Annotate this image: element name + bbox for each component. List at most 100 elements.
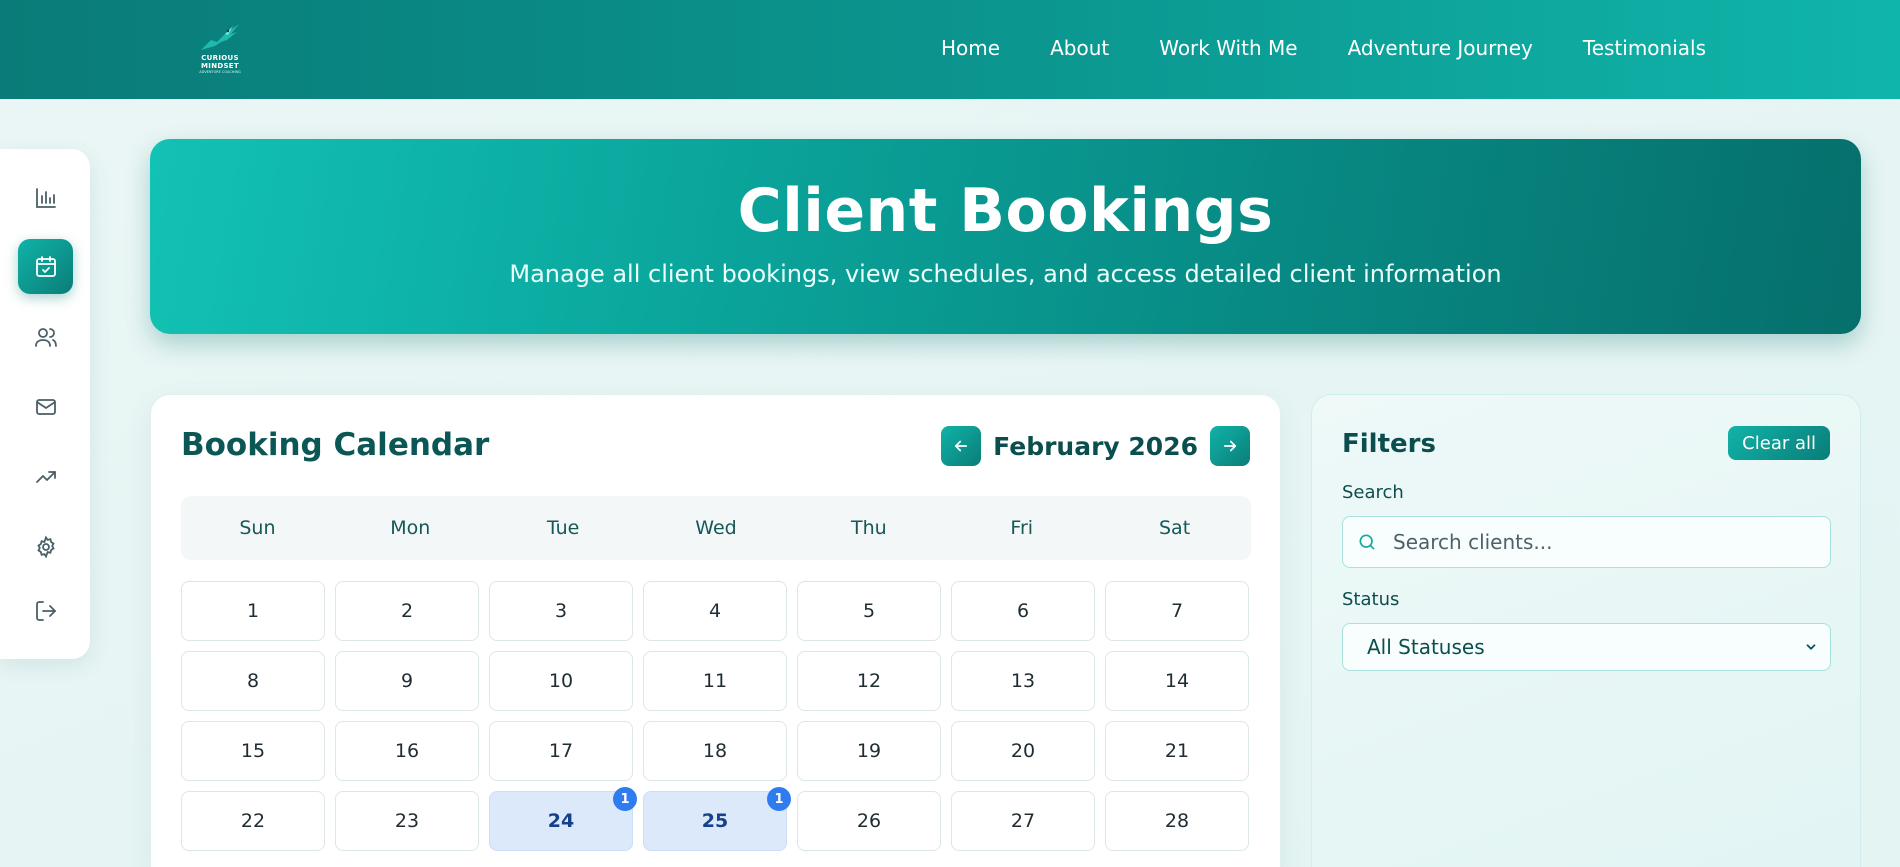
calendar-day[interactable]: 12	[797, 651, 941, 711]
calendar-day[interactable]: 3	[489, 581, 633, 641]
status-select[interactable]: All Statuses	[1342, 623, 1831, 671]
calendar-day[interactable]: 20	[951, 721, 1095, 781]
arrow-left-icon	[955, 440, 968, 452]
sidebar-item-analytics[interactable]	[18, 170, 73, 225]
main-nav: Home About Work With Me Adventure Journe…	[891, 36, 1706, 60]
next-month-button[interactable]	[1210, 426, 1250, 466]
mail-icon	[35, 398, 56, 415]
search-input[interactable]	[1393, 530, 1813, 554]
day-number: 28	[1164, 810, 1190, 832]
nav-link-home[interactable]: Home	[941, 36, 1000, 60]
users-icon	[34, 327, 57, 347]
calendar-day[interactable]: 17	[489, 721, 633, 781]
calendar-day[interactable]: 13	[951, 651, 1095, 711]
sidebar-item-messages[interactable]	[18, 379, 73, 434]
calendar-day[interactable]: 18	[643, 721, 787, 781]
day-number: 15	[240, 740, 266, 762]
day-number: 18	[702, 740, 728, 762]
nav-link-testimonials[interactable]: Testimonials	[1583, 36, 1706, 60]
calendar-day[interactable]: 27	[951, 791, 1095, 851]
sidebar-item-settings[interactable]	[18, 519, 73, 574]
calendar-day-booked[interactable]: 24 1	[489, 787, 637, 851]
day-number: 25	[701, 810, 729, 832]
day-number: 12	[856, 670, 882, 692]
calendar-day[interactable]: 28	[1105, 791, 1249, 851]
day-number: 24	[547, 810, 575, 832]
prev-month-button[interactable]	[941, 426, 982, 466]
calendar-day[interactable]: 6	[951, 581, 1095, 641]
day-number: 10	[548, 670, 574, 692]
day-number: 5	[862, 600, 876, 622]
calendar-day[interactable]: 5	[797, 581, 941, 641]
calendar-day[interactable]: 16	[335, 721, 479, 781]
calendar-day[interactable]: 4	[643, 581, 787, 641]
day-number: 17	[548, 740, 574, 762]
month-navigator: February 2026	[941, 426, 1250, 466]
day-number: 6	[1016, 600, 1030, 622]
admin-sidebar	[0, 149, 90, 659]
day-number: 16	[394, 740, 420, 762]
calendar-day[interactable]: 1	[181, 581, 325, 641]
clear-all-button[interactable]: Clear all	[1728, 426, 1830, 460]
weekday-label: Fri	[1010, 517, 1034, 539]
sidebar-item-logout[interactable]	[18, 583, 73, 638]
booking-calendar-card: Booking Calendar February 2026 Sun Mon T…	[150, 394, 1281, 867]
booking-count-badge: 1	[613, 787, 637, 811]
calendar-day[interactable]: 2	[335, 581, 479, 641]
page-title: Client Bookings	[737, 176, 1274, 246]
day-number: 9	[400, 670, 414, 692]
filters-panel: Filters Clear all Search Status All Stat…	[1311, 394, 1861, 867]
day-number: 22	[240, 810, 266, 832]
current-month-label: February 2026	[993, 431, 1198, 461]
calendar-day[interactable]: 8	[181, 651, 325, 711]
weekday-header: Sun Mon Tue Wed Thu Fri Sat	[181, 496, 1251, 560]
calendar-day[interactable]: 21	[1105, 721, 1249, 781]
weekday-label: Wed	[695, 517, 737, 539]
search-icon	[1357, 531, 1379, 553]
calendar-day[interactable]: 22	[181, 791, 325, 851]
day-number: 4	[708, 600, 722, 622]
day-number: 26	[856, 810, 882, 832]
sidebar-item-growth[interactable]	[18, 449, 73, 504]
logo-text-line1: CURIOUS	[201, 54, 239, 62]
calendar-day[interactable]: 23	[335, 791, 479, 851]
calendar-day[interactable]: 7	[1105, 581, 1249, 641]
hummingbird-logo-icon	[201, 24, 239, 50]
calendar-title: Booking Calendar	[181, 427, 490, 463]
nav-link-about[interactable]: About	[1050, 36, 1109, 60]
logo-text-line2: MINDSET	[201, 62, 239, 70]
day-number: 7	[1170, 600, 1184, 622]
calendar-day[interactable]: 14	[1105, 651, 1249, 711]
arrow-right-icon	[1223, 440, 1237, 452]
day-number: 14	[1164, 670, 1190, 692]
calendar-day[interactable]: 10	[489, 651, 633, 711]
brand-logo[interactable]: CURIOUS MINDSET ADVENTURE COACHING	[196, 20, 244, 78]
nav-link-work-with-me[interactable]: Work With Me	[1159, 36, 1297, 60]
calendar-check-icon	[35, 255, 56, 277]
weekday-label: Sun	[239, 517, 276, 539]
sidebar-item-bookings[interactable]	[18, 239, 73, 294]
calendar-day[interactable]: 9	[335, 651, 479, 711]
top-navbar: CURIOUS MINDSET ADVENTURE COACHING Home …	[0, 0, 1900, 99]
day-number: 1	[246, 600, 260, 622]
day-number: 20	[1010, 740, 1036, 762]
weekday-label: Tue	[546, 517, 580, 539]
day-number: 19	[856, 740, 882, 762]
nav-link-adventure-journey[interactable]: Adventure Journey	[1348, 36, 1533, 60]
weekday-label: Sat	[1159, 517, 1191, 539]
calendar-day[interactable]: 19	[797, 721, 941, 781]
day-number: 2	[400, 600, 414, 622]
booking-count-badge: 1	[767, 787, 791, 811]
filters-title: Filters	[1342, 429, 1436, 459]
gear-icon	[36, 535, 55, 558]
sidebar-item-clients[interactable]	[18, 309, 73, 364]
chevron-down-icon	[1806, 644, 1816, 650]
calendar-day[interactable]: 26	[797, 791, 941, 851]
calendar-day[interactable]: 15	[181, 721, 325, 781]
calendar-day-booked[interactable]: 25 1	[643, 787, 791, 851]
calendar-day[interactable]: 11	[643, 651, 787, 711]
day-number: 13	[1010, 670, 1036, 692]
trending-up-icon	[35, 470, 56, 483]
page-hero-banner: Client Bookings Manage all client bookin…	[150, 139, 1861, 334]
day-number: 8	[246, 670, 260, 692]
